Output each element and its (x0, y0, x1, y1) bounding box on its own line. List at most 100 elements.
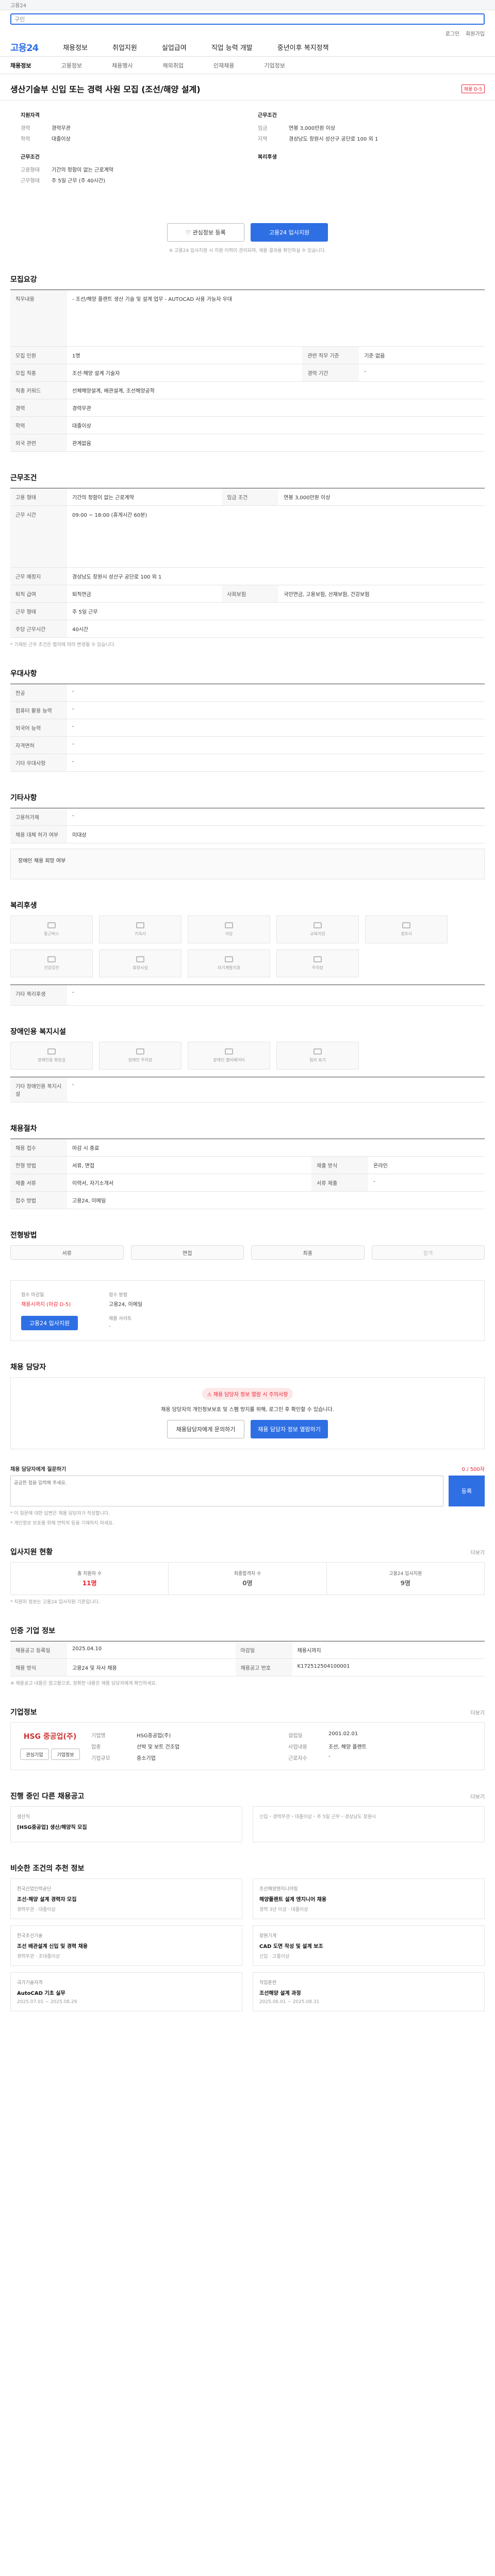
login-link[interactable]: 로그인 (446, 29, 460, 37)
company-key: 설립일 (288, 1733, 303, 1739)
manager-box: ⚠ 채용 담당자 정보 열람 시 주의사항 채용 담당자의 개인정보보호 및 스… (10, 1377, 485, 1449)
step-item: 최종 (251, 1245, 365, 1260)
job-summary: 지원자격 경력 경력무관 학력 대졸이상 근무조건 고용형태 기간의 정함이 없는 근… (21, 111, 474, 187)
table-row: 외국어 능력 - (10, 719, 485, 737)
recommend-row: 한국산업인력공단 조선·해양 설계 경력자 모집 경력무관 · 대졸이상 조선해양엔… (10, 1878, 485, 1919)
stat-value: 0명 (242, 1580, 253, 1587)
scrap-button[interactable]: ♡ 관심정보 등록 (167, 223, 244, 242)
row-key: 퇴직 급여 (10, 585, 67, 603)
row-value: 이력서, 자기소개서 (67, 1174, 312, 1192)
row-key: 근무 시간 (10, 505, 67, 568)
tile-label: 기숙사 (134, 931, 146, 936)
info-note: ※ 채용공고 내용은 참고용으로, 정확한 내용은 채용 담당자에게 확인하세요… (10, 1681, 157, 1686)
work-title-text: 근무조건 (10, 474, 37, 482)
table-row: 채용 대체 허가 여부 미대상 (10, 825, 485, 843)
top-bar: 고용24 (0, 0, 495, 10)
other-table: 고용허가제 - 채용 대체 허가 여부 미대상 (10, 808, 485, 843)
row-value: 대졸이상 (67, 416, 485, 434)
row-key: 근무 예정지 (10, 567, 67, 585)
welfare-tile: 건강검진 (10, 950, 93, 977)
row-key: 모집 직종 (10, 364, 67, 382)
info-title: 인증 기업 정보 (10, 1625, 485, 1636)
table-row: 경력 경력무관 (10, 399, 485, 417)
recommend-card[interactable]: 한국조선기술 조선 배관설계 신입 및 경력 채용 경력무관 · 초대졸이상 (10, 1925, 242, 1966)
table-row: 근무 예정지 경상남도 창원시 성산구 공단로 100 외 1 (10, 567, 485, 585)
disabled-etc-table: 기타 장애인용 복지시설 - (10, 1077, 485, 1103)
summary-item: 임금 연봉 3,000만원 이상 (258, 124, 474, 131)
manager-inquiry-button[interactable]: 채용담당자에게 문의하기 (167, 1420, 244, 1438)
card-meta: 2025.07.01 ~ 2025.08.29 (17, 1999, 77, 2005)
similar-category: 생산직 (17, 1815, 30, 1820)
recruit-table: 직무내용 - 조선/해양 플랜트 생산 기술 및 설계 업무 - AUTOCAD … (10, 290, 485, 452)
stats-more-link[interactable]: 더보기 (470, 1548, 485, 1556)
subnav-employment[interactable]: 고용정보 (61, 61, 81, 70)
qa-input[interactable] (10, 1476, 443, 1506)
row-key: 고용허가제 (10, 808, 67, 826)
gnb-item-support[interactable]: 취업지원 (112, 42, 137, 52)
row-key: 접수 방법 (10, 1191, 67, 1209)
homepage-value[interactable]: - (109, 1324, 142, 1329)
recommend-card[interactable]: 국가기술자격 AutoCAD 기초 실무 2025.07.01 ~ 2025.08.… (10, 1972, 242, 2011)
row-key: 기타 장애인용 복지시설 (10, 1077, 67, 1103)
recommend-card[interactable]: 직업훈련 조선해양 설계 과정 2025.06.01 ~ 2025.08.31 (253, 1972, 485, 2011)
row-value: - (67, 684, 485, 702)
similar-more-link[interactable]: 더보기 (470, 1792, 485, 1800)
contact-method: 접수 방법 고용24, 이메일 채용 사이트 - (109, 1291, 142, 1330)
row-key: 근무 형태 (10, 602, 67, 620)
table-row: 기타 장애인용 복지시설 - (10, 1077, 485, 1103)
subnav-company[interactable]: 기업정보 (264, 61, 285, 70)
row-value: - (67, 1077, 485, 1103)
apply-button[interactable]: 고용24 입사지원 (251, 223, 328, 242)
row-value: 09:00 ~ 18:00 (휴게시간 60분) (67, 505, 485, 568)
contact-apply-button[interactable]: 고용24 입사지원 (21, 1316, 78, 1330)
subnav-overseas[interactable]: 해외취업 (162, 61, 183, 70)
follow-company-button[interactable]: 관심기업 (20, 1749, 49, 1760)
stat-label: 고용24 입사지원 (389, 1571, 422, 1577)
row-value: - (67, 736, 485, 754)
qa-submit-button[interactable]: 등록 (449, 1476, 485, 1506)
row-value: - (359, 364, 485, 382)
similar-title-text: 진행 중인 다른 채용공고 (10, 1792, 85, 1801)
row-key: 채용공고 번호 (235, 1658, 292, 1676)
gnb-item-jobs[interactable]: 채용정보 (63, 42, 88, 52)
recommend-card[interactable]: 한국산업인력공단 조선·해양 설계 경력자 모집 경력무관 · 대졸이상 (10, 1878, 242, 1919)
row-value: 2025.04.10 (67, 1641, 236, 1659)
meal-icon (225, 922, 233, 928)
tile-label: 건강검진 (44, 965, 59, 970)
job-title-box: 생산기술부 신입 또는 경력 사원 모집 (조선/해양 설계) 채용 D-5 (0, 74, 495, 100)
gnb-item-benefit[interactable]: 실업급여 (162, 42, 187, 52)
gnb-item-training[interactable]: 직업 능력 개발 (211, 42, 253, 52)
card-meta: 경력무관 · 초대졸이상 (17, 1954, 60, 1959)
subnav-jobs[interactable]: 채용정보 (10, 61, 31, 70)
summary-item: 근무형태 주 5일 근무 (주 40시간) (21, 176, 237, 184)
recommend-title-text: 비슷한 조건의 추천 정보 (10, 1865, 85, 1873)
summary-value: 기간의 정함이 없는 근로계약 (52, 167, 113, 173)
signup-link[interactable]: 회원가입 (466, 29, 485, 37)
recommend-card[interactable]: 조선해양엔지니어링 해양플랜트 설계 엔지니어 채용 경력 3년 이상 · 대졸이상 (253, 1878, 485, 1919)
subnav-events[interactable]: 채용행사 (112, 61, 133, 70)
recommend-card[interactable]: 창원기계 CAD 도면 작성 및 설계 보조 신입 · 고졸이상 (253, 1925, 485, 1966)
row-value: K172512504100001 (292, 1658, 485, 1676)
row-value: 고용24 및 자사 채용 (67, 1658, 236, 1676)
similar-card[interactable]: 생산직 [HSG중공업] 생산/해양직 모집 (10, 1806, 242, 1842)
tile-label: 주차장 (311, 965, 324, 970)
row-key: 직무내용 (10, 290, 67, 347)
row-key: 채용 대체 허가 여부 (10, 825, 67, 843)
top-logo[interactable]: 고용24 (10, 1, 26, 9)
summary-value: 주 5일 근무 (주 40시간) (52, 178, 106, 184)
gnb-item-welfare[interactable]: 중년이후 복지정책 (277, 42, 329, 52)
row-key: 제출 서류 (10, 1174, 67, 1192)
welfare-tiles: 통근버스 기숙사 식당 교육지원 경조사 건강검진 휴양시설 자기계발지원 주차… (10, 916, 485, 977)
card-meta: 경력무관 · 대졸이상 (17, 1907, 56, 1912)
search-input[interactable]: 구인 (10, 13, 485, 25)
similar-tag: 경상남도 창원시 (344, 1815, 376, 1820)
row-value: 연봉 3,000만원 이상 (278, 488, 485, 506)
row-key: 직종 키워드 (10, 381, 67, 399)
summary-key: 근무형태 (21, 178, 40, 184)
contact-deadline: 접수 마감일 채용시까지 (마감 D-5) 고용24 입사지원 (21, 1291, 78, 1330)
manager-view-button[interactable]: 채용 담당자 정보 열람하기 (251, 1420, 328, 1438)
site-logo[interactable]: 고용24 (10, 41, 39, 54)
company-info-button[interactable]: 기업정보 (51, 1749, 80, 1760)
subnav-talent[interactable]: 인재채용 (213, 61, 234, 70)
company-more-link[interactable]: 더보기 (470, 1708, 485, 1716)
